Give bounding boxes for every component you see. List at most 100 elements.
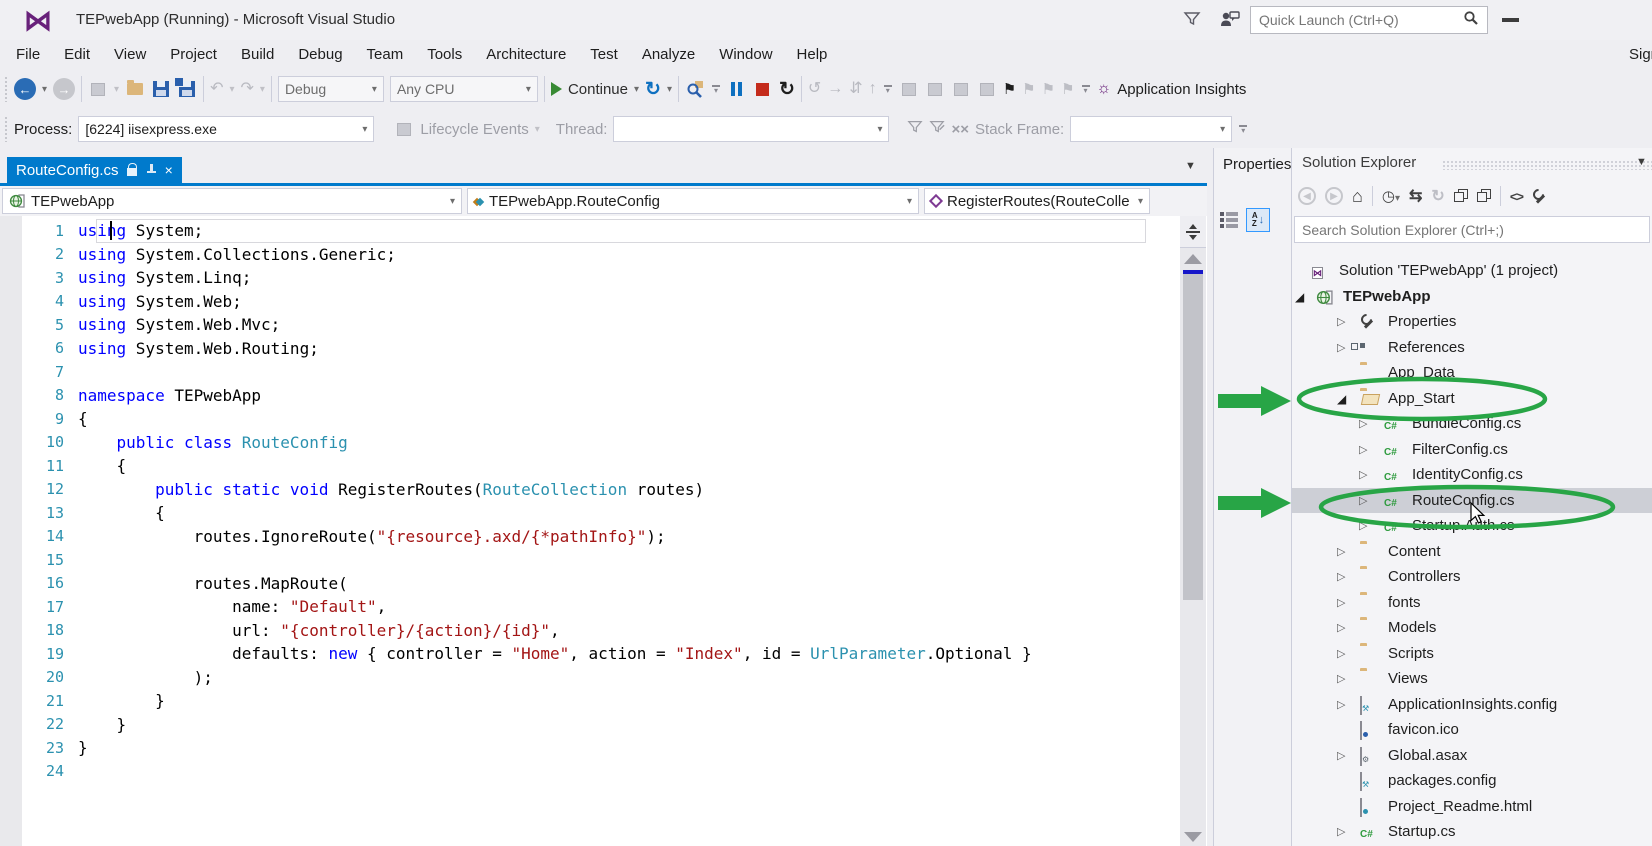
navigate-backward-button[interactable]: ← — [14, 78, 36, 100]
next-bookmark-icon[interactable]: ⚑ — [1042, 80, 1055, 98]
minimize-button[interactable] — [1502, 18, 1519, 22]
solution-explorer-search-input[interactable]: Search Solution Explorer (Ctrl+;) — [1294, 216, 1650, 243]
new-item-dropdown-icon[interactable]: ▾ — [114, 84, 119, 95]
active-files-dropdown-icon[interactable]: ▼ — [1185, 160, 1196, 172]
output-window-icon[interactable] — [927, 82, 942, 96]
menu-item-analyze[interactable]: Analyze — [630, 42, 707, 67]
code-line-6[interactable]: 6 using System.Web.Routing; — [0, 337, 1180, 361]
code-line-14[interactable]: 14 routes.IgnoreRoute("{resource}.axd/{*… — [0, 525, 1180, 549]
watch-window-icon[interactable] — [979, 82, 994, 96]
menu-item-file[interactable]: File — [4, 42, 52, 67]
split-window-handle[interactable] — [1180, 216, 1206, 248]
tree-item-models[interactable]: ▷ Models — [1292, 615, 1652, 641]
tree-item-tepwebapp[interactable]: ◢ TEPwebApp — [1292, 284, 1652, 310]
scroll-down-icon[interactable] — [1184, 832, 1202, 842]
expander-collapsed-icon[interactable]: ▷ — [1337, 545, 1345, 559]
code-line-11[interactable]: 11 { — [0, 454, 1180, 478]
expander-collapsed-icon[interactable]: ▷ — [1337, 570, 1345, 584]
menu-item-architecture[interactable]: Architecture — [474, 42, 578, 67]
feedback-filter-icon[interactable] — [1183, 10, 1201, 33]
toolbar-grip[interactable] — [4, 76, 8, 102]
debug-overflow-icon[interactable]: ▾ — [883, 84, 893, 94]
menu-item-debug[interactable]: Debug — [286, 42, 354, 67]
expander-collapsed-icon[interactable]: ▷ — [1337, 698, 1345, 712]
tree-item-applicationinsights-config[interactable]: ▷ ⚒ ApplicationInsights.config — [1292, 692, 1652, 718]
expander-collapsed-icon[interactable]: ▷ — [1359, 468, 1367, 482]
send-feedback-icon[interactable] — [1219, 9, 1241, 34]
code-line-24[interactable]: 24 — [0, 760, 1180, 784]
expander-collapsed-icon[interactable]: ▷ — [1359, 443, 1367, 457]
menu-item-window[interactable]: Window — [707, 42, 784, 67]
solution-configurations-combo[interactable]: Debug ▾ — [277, 76, 384, 102]
member-dropdown[interactable]: RegisterRoutes(RouteColle ▾ — [924, 188, 1150, 214]
code-line-20[interactable]: 20 ); — [0, 666, 1180, 690]
tree-item-filterconfig-cs[interactable]: ▷ C# FilterConfig.cs — [1292, 437, 1652, 463]
code-line-5[interactable]: 5 using System.Web.Mvc; — [0, 313, 1180, 337]
sync-with-active-document-icon[interactable]: ⇆ — [1409, 186, 1422, 206]
alphabetical-sort-icon[interactable]: A Z ↓ — [1246, 208, 1270, 232]
view-code-icon[interactable]: <> — [1510, 189, 1524, 204]
home-icon[interactable]: ⌂ — [1352, 186, 1363, 207]
tree-item-app-data[interactable]: App_Data — [1292, 360, 1652, 386]
editor-scrollbar[interactable] — [1180, 216, 1206, 846]
scroll-up-icon[interactable] — [1184, 254, 1202, 264]
code-line-8[interactable]: 8 namespace TEPwebApp — [0, 384, 1180, 408]
toolbar-overflow-icon[interactable]: ▾ — [1238, 124, 1248, 134]
thread-combo[interactable]: ▾ — [613, 116, 890, 142]
back-icon[interactable]: ◀ — [1298, 187, 1316, 205]
immediate-window-icon[interactable] — [953, 82, 968, 96]
save-all-icon[interactable] — [174, 77, 196, 97]
step-into-icon[interactable]: → — [827, 81, 843, 97]
tree-item-bundleconfig-cs[interactable]: ▷ C# BundleConfig.cs — [1292, 411, 1652, 437]
code-line-22[interactable]: 22 } — [0, 713, 1180, 737]
toggle-bookmark-icon[interactable]: ⚑ — [1003, 80, 1016, 98]
undo-icon[interactable]: ↶ — [210, 81, 223, 97]
process-combo[interactable]: [6224] iisexpress.exe ▾ — [78, 116, 375, 142]
type-dropdown[interactable]: TEPwebApp.RouteConfig ▾ — [467, 188, 919, 214]
code-line-3[interactable]: 3 using System.Linq; — [0, 266, 1180, 290]
collapse-all-icon[interactable] — [1453, 189, 1468, 203]
tab-routeconfig[interactable]: RouteConfig.cs × — [7, 157, 182, 183]
bookmark-overflow-icon[interactable]: ▾ — [1081, 84, 1091, 94]
expander-collapsed-icon[interactable]: ▷ — [1337, 672, 1345, 686]
code-line-19[interactable]: 19 defaults: new { controller = "Home", … — [0, 642, 1180, 666]
tree-item-scripts[interactable]: ▷ Scripts — [1292, 641, 1652, 667]
solution-platforms-combo[interactable]: Any CPU ▾ — [389, 76, 538, 102]
code-editor[interactable]: 1 using System; 2 using System.Collections.… — [0, 216, 1207, 846]
tree-item-properties[interactable]: ▷ Properties — [1292, 309, 1652, 335]
expander-collapsed-icon[interactable]: ▷ — [1337, 621, 1345, 635]
stop-debugging-button[interactable] — [756, 82, 770, 96]
expander-collapsed-icon[interactable]: ▷ — [1359, 494, 1367, 508]
close-icon[interactable]: × — [165, 162, 173, 178]
tree-item-fonts[interactable]: ▷ fonts — [1292, 590, 1652, 616]
code-line-13[interactable]: 13 { — [0, 501, 1180, 525]
code-line-2[interactable]: 2 using System.Collections.Generic; — [0, 243, 1180, 267]
menu-item-edit[interactable]: Edit — [52, 42, 102, 67]
solution-explorer-title[interactable]: Solution Explorer — [1302, 154, 1416, 171]
refresh-icon[interactable]: ↻ — [1431, 186, 1444, 206]
tree-item-packages-config[interactable]: ⚒ packages.config — [1292, 768, 1652, 794]
tree-item-references[interactable]: ▷ References — [1292, 335, 1652, 361]
tree-item-project-readme-html[interactable]: Project_Readme.html — [1292, 794, 1652, 820]
code-line-23[interactable]: 23} — [0, 736, 1180, 760]
redo-dropdown-icon[interactable]: ▾ — [260, 84, 265, 95]
window-position-dropdown-icon[interactable]: ▼ — [1636, 156, 1647, 168]
tree-item-global-asax[interactable]: ▷ ⚙ Global.asax — [1292, 743, 1652, 769]
forward-icon[interactable]: ▶ — [1325, 187, 1343, 205]
restart-debug-button[interactable]: ↻ — [779, 78, 795, 101]
menu-item-test[interactable]: Test — [578, 42, 630, 67]
expander-collapsed-icon[interactable]: ▷ — [1337, 647, 1345, 661]
code-line-1[interactable]: 1 using System; — [0, 219, 1180, 243]
scrollbar-thumb[interactable] — [1183, 270, 1203, 600]
code-line-7[interactable]: 7 — [0, 360, 1180, 384]
expander-expanded-icon[interactable]: ◢ — [1295, 290, 1304, 304]
new-project-icon[interactable] — [91, 82, 106, 96]
step-over-icon[interactable]: ⇵ — [849, 81, 862, 97]
expander-collapsed-icon[interactable]: ▷ — [1337, 825, 1345, 839]
lifecycle-events-label[interactable]: Lifecycle Events — [420, 121, 528, 138]
stack-frame-combo[interactable]: ▾ — [1070, 116, 1233, 142]
tree-item-controllers[interactable]: ▷ Controllers — [1292, 564, 1652, 590]
tree-item-app-start[interactable]: ◢ App_Start — [1292, 386, 1652, 412]
tree-item-identityconfig-cs[interactable]: ▷ C# IdentityConfig.cs — [1292, 462, 1652, 488]
show-next-statement-icon[interactable]: ↺ — [808, 81, 821, 97]
